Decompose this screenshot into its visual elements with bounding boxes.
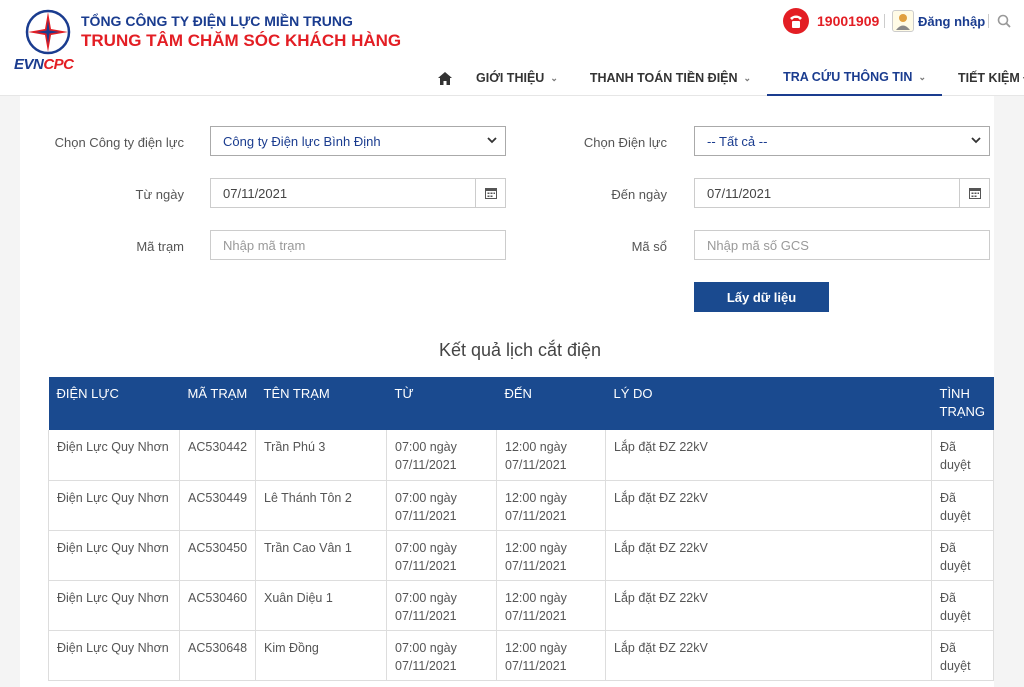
from-date-picker-button[interactable] [475, 179, 505, 207]
fetch-data-button[interactable]: Lấy dữ liệu [694, 282, 829, 312]
to-date-input[interactable]: 07/11/2021 [694, 178, 990, 208]
chevron-down-icon [971, 137, 981, 144]
col-header-tu: TỪ [386, 377, 497, 430]
chevron-down-icon [487, 137, 497, 144]
chevron-down-icon: ⌄ [550, 72, 558, 83]
unit-select[interactable]: -- Tất cả -- [694, 126, 990, 156]
to-date-value: 07/11/2021 [707, 185, 772, 201]
cell-ma-tram: AC530460 [179, 580, 256, 631]
cell-den: 12:00 ngày 07/11/2021 [496, 430, 606, 481]
cell-ma-tram: AC530648 [179, 630, 256, 681]
table-row: Điện Lực Quy Nhơn AC530648 Kim Đồng 07:0… [48, 630, 994, 681]
evn-logo-icon[interactable] [24, 8, 72, 56]
cell-tinh-trang: Đã duyệt [931, 430, 994, 481]
from-date-input[interactable]: 07/11/2021 [210, 178, 506, 208]
cell-tu: 07:00 ngày 07/11/2021 [386, 480, 497, 531]
to-date-label: Đến ngày [611, 187, 667, 202]
search-panel: Chọn Công ty điện lực Công ty Điện lực B… [20, 96, 994, 687]
col-header-tinh-trang: TÌNH TRẠNG [931, 377, 994, 430]
company-select-value: Công ty Điện lực Bình Định [223, 133, 381, 149]
cell-ten-tram: Trần Cao Vân 1 [255, 530, 387, 581]
nav-gioi-thieu[interactable]: GIỚI THIỆU ⌄ [460, 60, 574, 96]
site-header: EVNCPC TỔNG CÔNG TY ĐIỆN LỰC MIỀN TRUNG … [0, 0, 1024, 96]
cell-ly-do: Lắp đặt ĐZ 22kV [605, 630, 932, 681]
cell-ma-tram: AC530449 [179, 480, 256, 531]
home-icon [438, 71, 452, 85]
chevron-down-icon: ⌄ [743, 72, 752, 83]
logo-wordmark[interactable]: EVNCPC [14, 56, 74, 73]
company-label: Chọn Công ty điện lực [54, 135, 184, 150]
user-avatar-icon[interactable] [892, 10, 914, 32]
cell-ly-do: Lắp đặt ĐZ 22kV [605, 430, 932, 481]
table-header-row: ĐIỆN LỰC MÃ TRẠM TÊN TRẠM TỪ ĐẾN LÝ DO T… [48, 377, 994, 430]
cell-dien-luc: Điện Lực Quy Nhơn [48, 580, 180, 631]
chevron-down-icon: ⌄ [918, 71, 926, 82]
company-select[interactable]: Công ty Điện lực Bình Định [210, 126, 506, 156]
hotline-number[interactable]: 19001909 [817, 13, 879, 29]
cell-den: 12:00 ngày 07/11/2021 [496, 580, 606, 631]
cell-ma-tram: AC530450 [179, 530, 256, 581]
main-nav: GIỚI THIỆU ⌄ THANH TOÁN TIỀN ĐIỆN ⌄ TRA CỨ… [430, 60, 1024, 96]
login-link[interactable]: Đăng nhập [918, 14, 985, 29]
org-subtitle: TRUNG TÂM CHĂM SÓC KHÁCH HÀNG [81, 31, 402, 50]
cell-ten-tram: Xuân Diệu 1 [255, 580, 387, 631]
cell-tinh-trang: Đã duyệt [931, 480, 994, 531]
unit-label: Chọn Điện lực [583, 135, 667, 150]
station-code-input[interactable] [223, 237, 505, 253]
cell-ten-tram: Lê Thánh Tôn 2 [255, 480, 387, 531]
table-row: Điện Lực Quy Nhơn AC530442 Trần Phú 3 07… [48, 430, 994, 481]
col-header-ma-tram: MÃ TRẠM [179, 377, 256, 430]
cell-ly-do: Lắp đặt ĐZ 22kV [605, 480, 932, 531]
cell-dien-luc: Điện Lực Quy Nhơn [48, 430, 180, 481]
table-row: Điện Lực Quy Nhơn AC530460 Xuân Diệu 1 0… [48, 580, 994, 631]
cell-den: 12:00 ngày 07/11/2021 [496, 530, 606, 581]
gcs-code-input[interactable] [707, 237, 989, 253]
col-header-den: ĐẾN [496, 377, 606, 430]
cell-den: 12:00 ngày 07/11/2021 [496, 630, 606, 681]
cell-dien-luc: Điện Lực Quy Nhơn [48, 480, 180, 531]
cell-tinh-trang: Đã duyệt [931, 630, 994, 681]
nav-tra-cuu[interactable]: TRA CỨU THÔNG TIN ⌄ [767, 60, 942, 96]
search-icon[interactable] [997, 14, 1011, 28]
cell-ly-do: Lắp đặt ĐZ 22kV [605, 580, 932, 631]
station-code-field[interactable] [210, 230, 506, 260]
calendar-icon [484, 188, 497, 199]
header-divider [884, 14, 885, 28]
result-title: Kết quả lịch cắt điện [438, 340, 602, 360]
station-code-label: Mã trạm [136, 239, 184, 254]
table-row: Điện Lực Quy Nhơn AC530449 Lê Thánh Tôn … [48, 480, 994, 531]
cell-tinh-trang: Đã duyệt [931, 580, 994, 631]
nav-tiet-kiem[interactable]: TIẾT KIỆM ĐIỆN [942, 60, 1024, 96]
cell-ma-tram: AC530442 [179, 430, 256, 481]
cell-tu: 07:00 ngày 07/11/2021 [386, 630, 497, 681]
nav-home[interactable] [430, 60, 460, 96]
calendar-icon [968, 188, 981, 199]
cell-tu: 07:00 ngày 07/11/2021 [386, 580, 497, 631]
cell-ten-tram: Trần Phú 3 [255, 430, 387, 481]
phone-icon[interactable] [782, 7, 810, 35]
to-date-picker-button[interactable] [959, 179, 989, 207]
cell-tinh-trang: Đã duyệt [931, 530, 994, 581]
cell-ten-tram: Kim Đồng [255, 630, 387, 681]
from-date-value: 07/11/2021 [223, 185, 288, 201]
header-divider [988, 14, 989, 28]
col-header-dien-luc: ĐIỆN LỰC [48, 377, 180, 430]
nav-thanh-toan[interactable]: THANH TOÁN TIỀN ĐIỆN ⌄ [574, 60, 767, 96]
col-header-ly-do: LÝ DO [605, 377, 932, 430]
cell-den: 12:00 ngày 07/11/2021 [496, 480, 606, 531]
org-name: TỔNG CÔNG TY ĐIỆN LỰC MIỀN TRUNG [81, 13, 353, 29]
cell-tu: 07:00 ngày 07/11/2021 [386, 530, 497, 581]
col-header-ten-tram: TÊN TRẠM [255, 377, 387, 430]
cell-ly-do: Lắp đặt ĐZ 22kV [605, 530, 932, 581]
table-row: Điện Lực Quy Nhơn AC530450 Trần Cao Vân … [48, 530, 994, 581]
gcs-code-field[interactable] [694, 230, 990, 260]
unit-select-value: -- Tất cả -- [707, 133, 768, 149]
cell-dien-luc: Điện Lực Quy Nhơn [48, 530, 180, 581]
gcs-code-label: Mã sổ [631, 239, 667, 254]
from-date-label: Từ ngày [135, 187, 184, 202]
outage-schedule-table: ĐIỆN LỰC MÃ TRẠM TÊN TRẠM TỪ ĐẾN LÝ DO T… [48, 377, 994, 681]
cell-tu: 07:00 ngày 07/11/2021 [386, 430, 497, 481]
cell-dien-luc: Điện Lực Quy Nhơn [48, 630, 180, 681]
